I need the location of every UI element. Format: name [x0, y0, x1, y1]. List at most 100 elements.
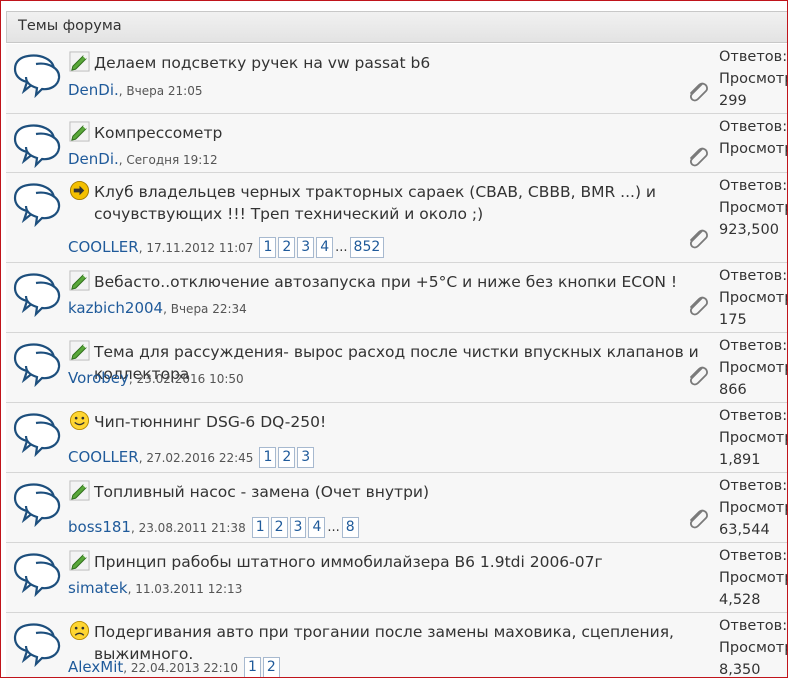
arrow-right-icon — [69, 180, 90, 201]
views-count: 1,891 — [719, 452, 761, 468]
sad-icon — [69, 620, 90, 641]
forum-window: Темы форума Делаем подсветку ручек на vw… — [0, 0, 788, 678]
thread-stats: Ответов: 1 Просмотр 4,528 — [719, 545, 788, 611]
thread-status-icon — [10, 479, 62, 528]
forum-topics-header: Темы форума — [6, 11, 787, 43]
thread-author-link[interactable]: kazbich2004 — [68, 299, 163, 317]
thread-author-link[interactable]: COOLLER — [68, 448, 139, 466]
header-title: Темы форума — [18, 18, 122, 34]
thread-status-icon — [10, 339, 62, 388]
thread-author-link[interactable]: Vorobey — [68, 369, 129, 387]
thread-row[interactable]: Вебасто..отключение автозапуска при +5°С… — [6, 263, 788, 333]
page-link[interactable]: 2 — [278, 447, 296, 468]
views-label: Просмотр — [719, 500, 788, 516]
page-link[interactable]: 4 — [316, 237, 334, 258]
views-label: Просмотр — [719, 640, 788, 656]
thread-status-icon — [10, 269, 62, 318]
thread-date: , Вчера 22:34 — [163, 302, 247, 316]
paperclip-icon — [685, 226, 711, 252]
replies-count: Ответов: 1 — [719, 178, 788, 194]
page-links: 1 2 3 4... 852 — [259, 237, 386, 258]
page-link[interactable]: 1 — [259, 447, 277, 468]
pencil-icon — [69, 340, 90, 361]
thread-stats: Ответов: 1 Просмотр 175 — [719, 265, 788, 331]
page-links: 123 — [259, 447, 316, 468]
paperclip-icon — [685, 363, 711, 389]
replies-count: Ответов: 4 — [719, 408, 788, 424]
thread-meta: COOLLER, 17.11.2012 11:07 1 2 3 4... 852 — [68, 237, 386, 258]
pencil-icon — [69, 121, 90, 142]
thread-date: , Сегодня 19:12 — [118, 153, 218, 167]
thread-meta: DenDi., Сегодня 19:12 — [68, 150, 218, 168]
thread-author-link[interactable]: DenDi. — [68, 150, 119, 168]
views-label: Просмотр — [719, 290, 788, 306]
thread-status-icon — [10, 50, 62, 99]
page-link[interactable]: 1 — [251, 517, 269, 538]
thread-date: , 22.04.2013 22:10 — [123, 661, 238, 675]
thread-row[interactable]: Тема для рассуждения- вырос расход после… — [6, 333, 788, 403]
thread-author-link[interactable]: COOLLER — [68, 238, 139, 256]
thread-row[interactable]: Топливный насос - замена (Очет внутри) bo… — [6, 473, 788, 543]
pencil-icon — [69, 480, 90, 501]
thread-author-link[interactable]: boss181 — [68, 518, 131, 536]
page-link[interactable]: 3 — [297, 237, 315, 258]
page-link[interactable]: 2 — [270, 517, 288, 538]
views-count: 8,350 — [719, 662, 761, 678]
page-ellipsis: ... — [335, 240, 348, 255]
page-link[interactable]: 3 — [297, 447, 315, 468]
thread-author-link[interactable]: simatek — [68, 579, 128, 597]
thread-meta: Vorobey, 23.02.2016 10:50 — [68, 369, 244, 387]
views-label: Просмотр — [719, 200, 788, 216]
pencil-icon — [69, 270, 90, 291]
thread-status-icon — [10, 619, 62, 668]
thread-title-link[interactable]: Чип-тюннинг DSG-6 DQ-250! — [94, 411, 719, 433]
thread-title-link[interactable]: Клуб владельцев черных тракторных сараек… — [94, 181, 719, 225]
thread-row[interactable]: Делаем подсветку ручек на vw passat b6 De… — [6, 44, 788, 114]
thread-author-link[interactable]: AlexMit — [68, 658, 123, 676]
thread-row[interactable]: Клуб владельцев черных тракторных сараек… — [6, 173, 788, 263]
views-count: 923,500 — [719, 222, 779, 238]
thread-title-link[interactable]: Компрессометр — [94, 122, 719, 144]
page-link[interactable]: 3 — [289, 517, 307, 538]
thread-stats: Ответов: 1 Просмотр 923,500 — [719, 175, 788, 241]
thread-stats: Ответов: 2 Просмотр 8,350 — [719, 615, 788, 678]
thread-title-link[interactable]: Топливный насос - замена (Очет внутри) — [94, 481, 719, 503]
views-count: 299 — [719, 93, 747, 109]
page-link[interactable]: 1 — [244, 657, 261, 677]
thread-title-link[interactable]: Принцип рабобы штатного иммобилайзера B6… — [94, 551, 719, 573]
thread-row[interactable]: Подергивания авто при трогании после зам… — [6, 613, 788, 678]
page-link[interactable]: 4 — [308, 517, 326, 538]
thread-row[interactable]: Принцип рабобы штатного иммобилайзера B6… — [6, 543, 788, 613]
thread-stats: Ответов: 1 Просмотр 63,544 — [719, 475, 788, 541]
thread-title-link[interactable]: Вебасто..отключение автозапуска при +5°С… — [94, 271, 719, 293]
thread-row[interactable]: Чип-тюннинг DSG-6 DQ-250! COOLLER, 27.02.… — [6, 403, 788, 473]
thread-stats: Ответов: 1 Просмотр 299 — [719, 46, 788, 112]
pencil-icon — [69, 550, 90, 571]
replies-count: Ответов: 1 — [719, 49, 788, 65]
views-label: Просмотр — [719, 141, 788, 157]
page-link[interactable]: 1 — [259, 237, 277, 258]
thread-stats: Ответов: 0 Просмотр — [719, 116, 788, 160]
thread-title-link[interactable]: Делаем подсветку ручек на vw passat b6 — [94, 52, 719, 74]
thread-stats: Ответов: 4 Просмотр 1,891 — [719, 405, 788, 471]
thread-row[interactable]: Компрессометр DenDi., Сегодня 19:12 Ответ… — [6, 114, 788, 173]
views-label: Просмотр — [719, 360, 788, 376]
thread-meta: simatek, 11.03.2011 12:13 — [68, 579, 242, 597]
paperclip-icon — [685, 144, 711, 170]
views-count: 175 — [719, 312, 747, 328]
thread-stats: Ответов: 1 Просмотр 866 — [719, 335, 788, 401]
thread-author-link[interactable]: DenDi. — [68, 81, 119, 99]
thread-meta: kazbich2004, Вчера 22:34 — [68, 299, 247, 317]
thread-date: , Вчера 21:05 — [118, 84, 203, 98]
page-link[interactable]: 2 — [278, 237, 296, 258]
replies-count: Ответов: 1 — [719, 548, 788, 564]
paperclip-icon — [685, 293, 711, 319]
paperclip-icon — [685, 506, 711, 532]
page-link[interactable]: 852 — [349, 237, 385, 258]
page-link[interactable]: 8 — [341, 517, 359, 538]
page-link[interactable]: 2 — [262, 657, 280, 677]
views-label: Просмотр — [719, 570, 788, 586]
thread-meta: boss181, 23.08.2011 21:38 1 2 3 4... 8 — [68, 517, 361, 538]
replies-count: Ответов: 0 — [719, 119, 788, 135]
paperclip-icon — [685, 79, 711, 105]
